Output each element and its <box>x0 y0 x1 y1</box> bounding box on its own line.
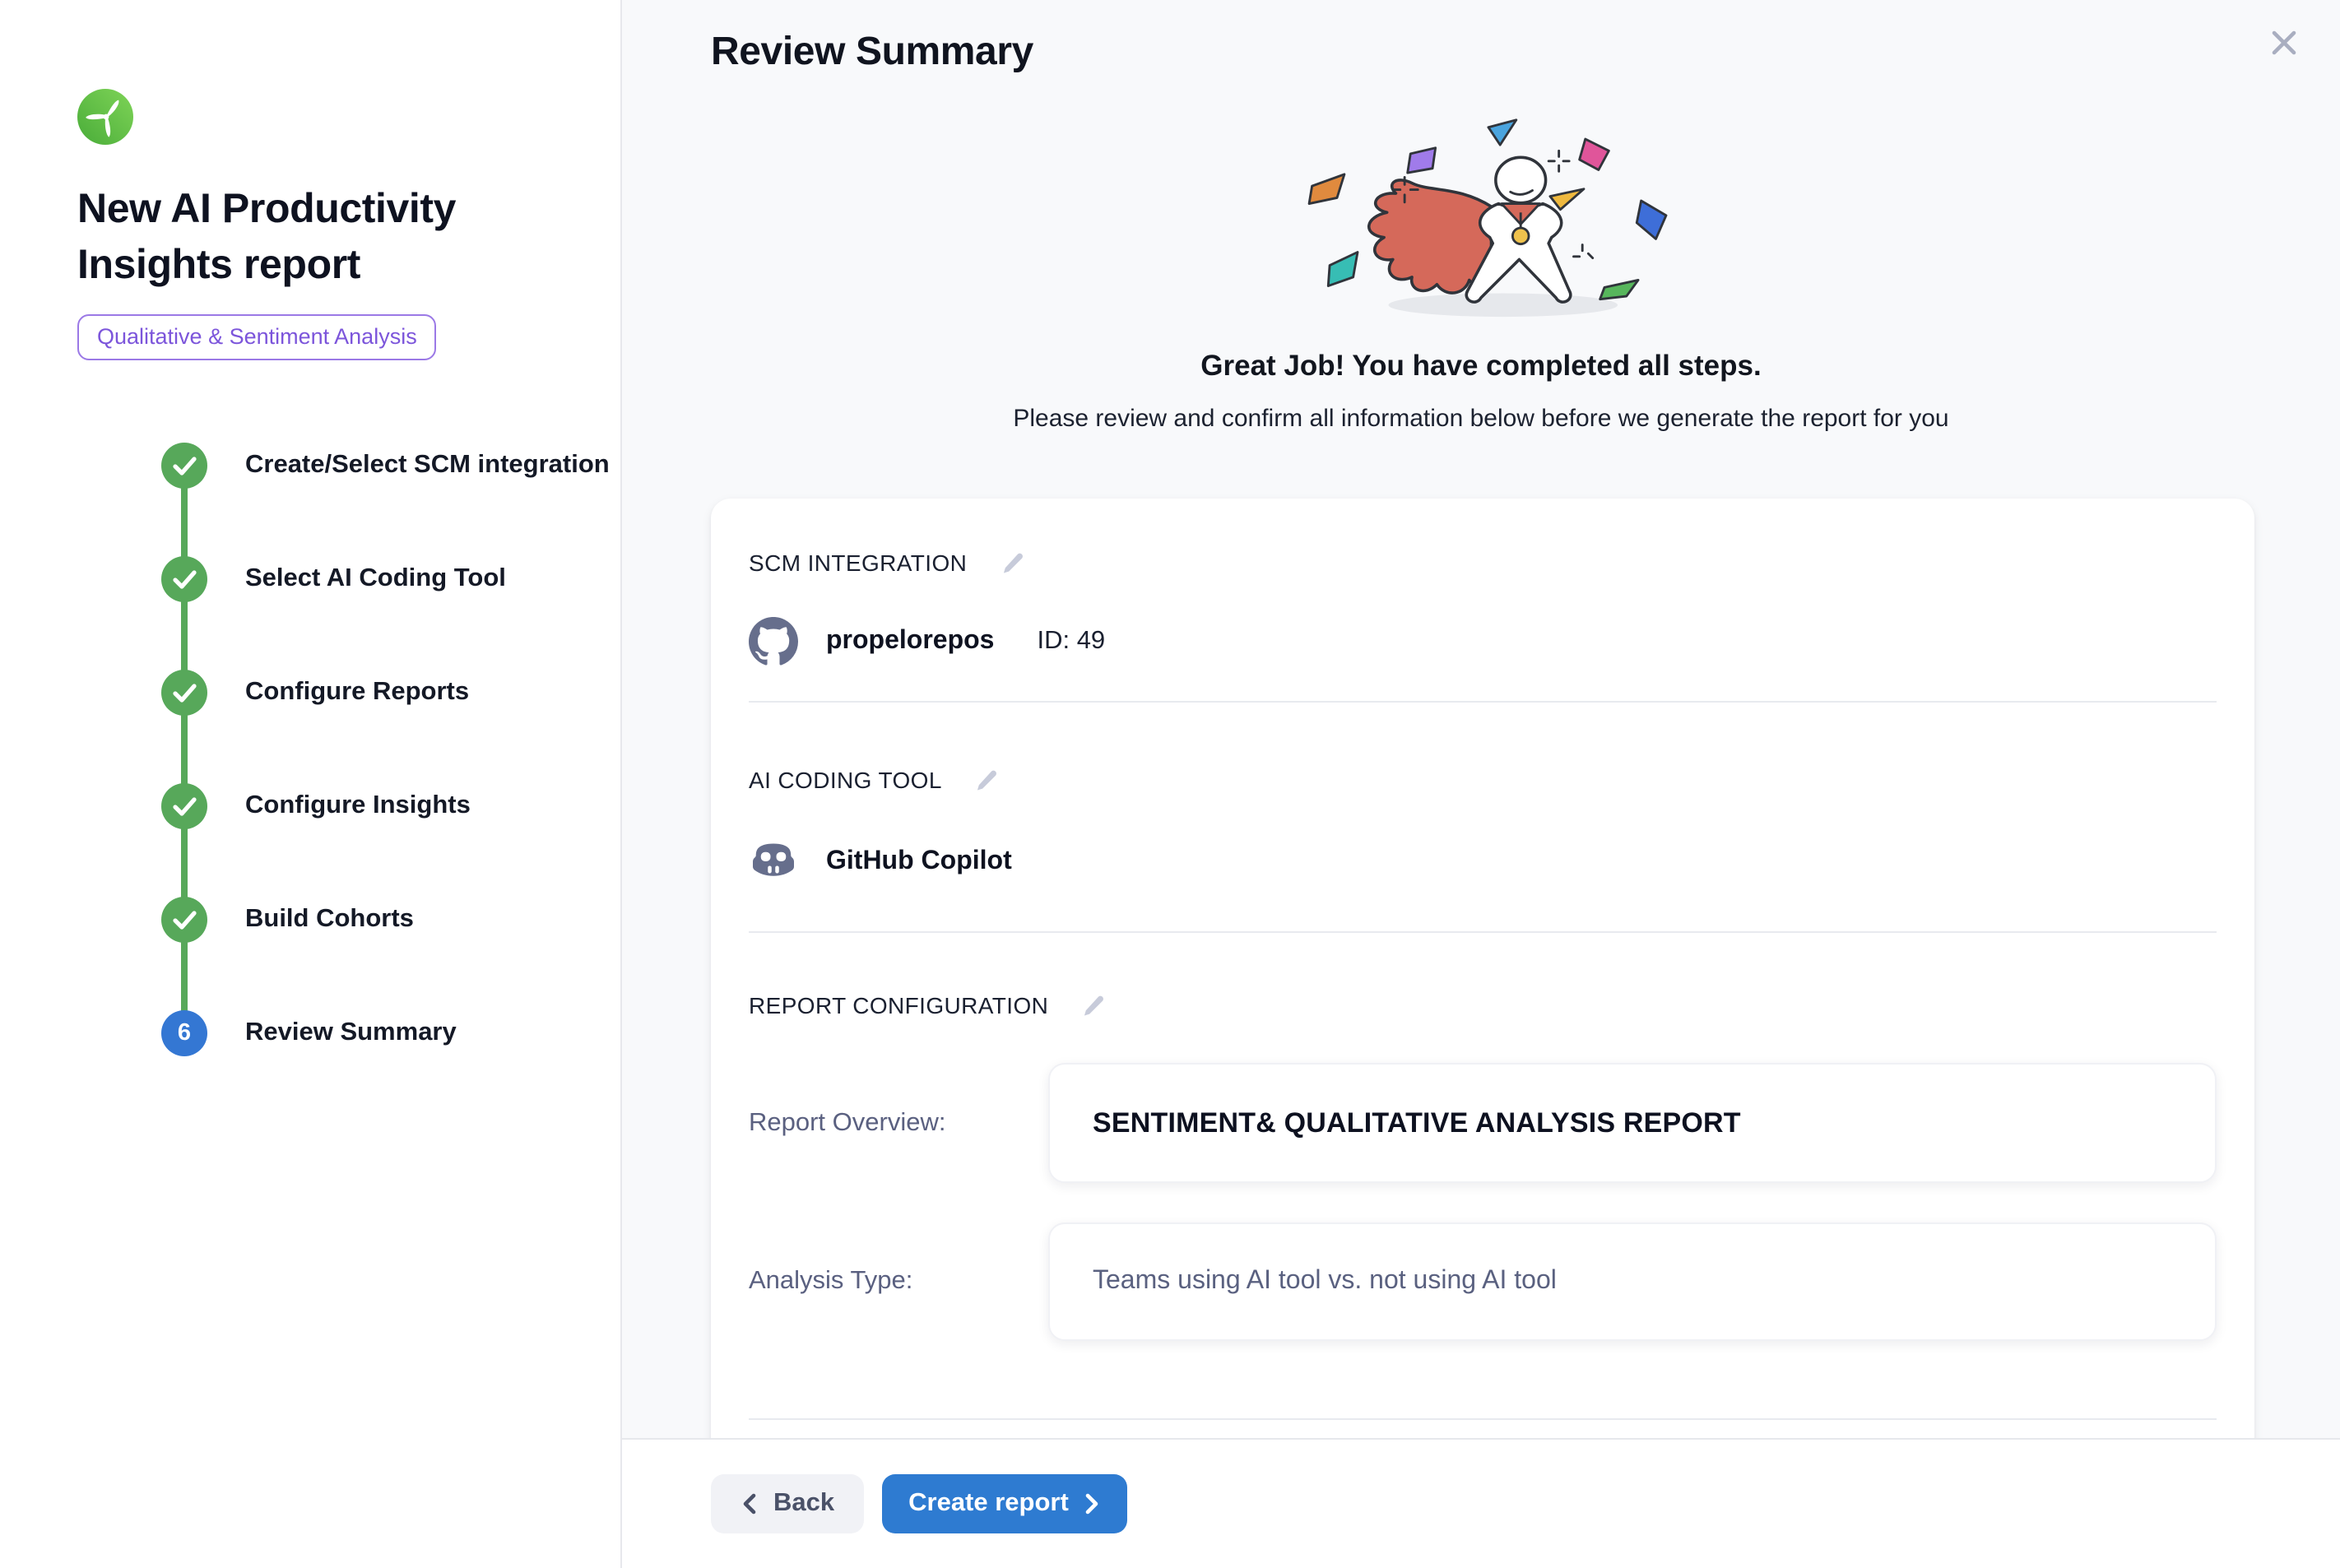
step-check-icon <box>161 670 207 716</box>
ai-coding-tool-label: AI CODING TOOL <box>749 767 942 793</box>
wizard-title: New AI Productivity Insights report <box>77 181 558 293</box>
edit-report-configuration-button[interactable] <box>1081 993 1106 1018</box>
step-item-ai-coding-tool[interactable]: Select AI Coding Tool <box>161 556 620 602</box>
step-item-scm-integration[interactable]: Create/Select SCM integration <box>161 443 620 489</box>
hero-title: Great Job! You have completed all steps. <box>622 344 2340 387</box>
report-configuration-section-header: REPORT CONFIGURATION <box>749 989 2217 1022</box>
section-divider <box>749 701 2217 703</box>
back-button[interactable]: Back <box>711 1474 864 1533</box>
analysis-type-row: Analysis Type: Teams using AI tool vs. n… <box>749 1222 2217 1341</box>
review-summary-panel: Review Summary <box>622 0 2340 1568</box>
report-overview-value: SENTIMENT& QUALITATIVE ANALYSIS REPORT <box>1048 1063 2217 1183</box>
step-list: Create/Select SCM integration Select AI … <box>77 443 620 1056</box>
report-overview-label: Report Overview: <box>749 1108 1048 1138</box>
pencil-icon <box>1081 993 1106 1018</box>
create-report-button[interactable]: Create report <box>882 1474 1128 1533</box>
celebration-illustration <box>1242 118 1720 324</box>
ai-coding-tool-section-header: AI CODING TOOL <box>749 763 2217 796</box>
step-number-badge: 6 <box>161 1010 207 1056</box>
create-report-button-label: Create report <box>908 1489 1069 1519</box>
step-connector-line <box>181 466 188 1033</box>
step-label: Select AI Coding Tool <box>245 564 506 594</box>
step-label: Build Cohorts <box>245 905 414 935</box>
report-overview-row: Report Overview: SENTIMENT& QUALITATIVE … <box>749 1063 2217 1183</box>
ai-coding-tool-name: GitHub Copilot <box>826 847 1012 877</box>
step-item-build-cohorts[interactable]: Build Cohorts <box>161 897 620 943</box>
step-check-icon <box>161 556 207 602</box>
github-icon <box>749 617 798 666</box>
report-configuration-label: REPORT CONFIGURATION <box>749 992 1048 1018</box>
step-item-configure-insights[interactable]: Configure Insights <box>161 783 620 829</box>
step-label: Configure Insights <box>245 791 471 821</box>
wizard-sidebar: New AI Productivity Insights report Qual… <box>0 0 622 1568</box>
edit-ai-coding-tool-button[interactable] <box>975 768 1000 792</box>
step-check-icon <box>161 443 207 489</box>
scm-integration-id: ID: 49 <box>1037 627 1105 656</box>
pencil-icon <box>1000 550 1024 575</box>
copilot-icon <box>749 837 798 887</box>
page-title: Review Summary <box>711 30 2340 76</box>
edit-scm-integration-button[interactable] <box>1000 550 1024 575</box>
step-label: Configure Reports <box>245 678 469 707</box>
summary-card: SCM INTEGRATION propelorepos ID: 49 AI C… <box>711 499 2254 1438</box>
scm-integration-row: propelorepos ID: 49 <box>749 615 2217 668</box>
report-wizard-modal: New AI Productivity Insights report Qual… <box>0 0 2340 1568</box>
step-label: Review Summary <box>245 1018 457 1048</box>
report-type-badge: Qualitative & Sentiment Analysis <box>77 314 437 360</box>
propelo-logo-icon <box>77 89 133 145</box>
hero-section: Great Job! You have completed all steps.… <box>622 118 2340 438</box>
step-label: Create/Select SCM integration <box>245 451 610 480</box>
scm-integration-label: SCM INTEGRATION <box>749 550 967 576</box>
step-item-configure-reports[interactable]: Configure Reports <box>161 670 620 716</box>
close-icon[interactable] <box>2264 23 2304 63</box>
hero-subtitle: Please review and confirm all informatio… <box>622 401 2340 438</box>
chevron-left-icon <box>741 1492 757 1515</box>
step-check-icon <box>161 783 207 829</box>
review-summary-content: Review Summary <box>622 0 2340 1438</box>
section-divider <box>749 1418 2217 1420</box>
step-check-icon <box>161 897 207 943</box>
scm-integration-section-header: SCM INTEGRATION <box>749 546 2217 579</box>
analysis-type-value: Teams using AI tool vs. not using AI too… <box>1048 1222 2217 1341</box>
chevron-right-icon <box>1085 1492 1102 1515</box>
ai-coding-tool-row: GitHub Copilot <box>749 836 2217 888</box>
wizard-footer: Back Create report <box>622 1438 2340 1568</box>
step-item-review-summary[interactable]: 6 Review Summary <box>161 1010 620 1056</box>
pencil-icon <box>975 768 1000 792</box>
analysis-type-label: Analysis Type: <box>749 1267 1048 1297</box>
section-divider <box>749 931 2217 933</box>
scm-integration-name: propelorepos <box>826 627 994 656</box>
back-button-label: Back <box>773 1489 834 1519</box>
